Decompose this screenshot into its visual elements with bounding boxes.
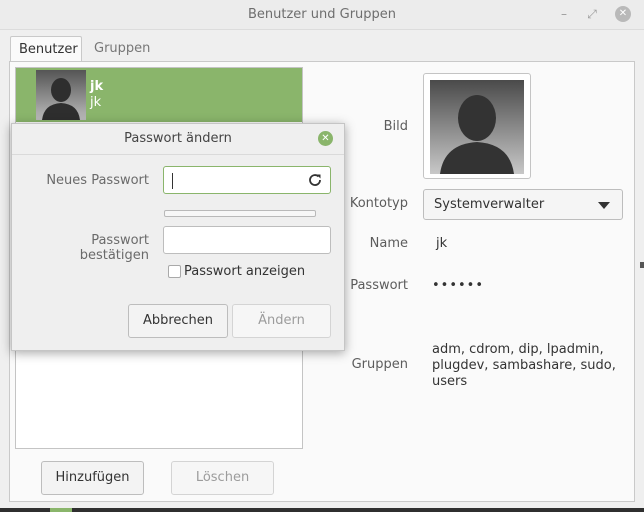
tab-groups[interactable]: Gruppen <box>86 36 162 62</box>
cancel-button[interactable]: Abbrechen <box>128 304 228 338</box>
user-avatar-icon <box>36 70 86 120</box>
minimize-icon[interactable]: – <box>556 6 572 22</box>
dialog-divider <box>12 154 344 155</box>
password-strength-meter <box>164 210 316 217</box>
confirm-password-label: Passwort bestätigen <box>79 233 149 263</box>
password-value[interactable]: •••••• <box>432 278 484 293</box>
users-groups-window: Benutzer und Gruppen – ⤢ ✕ Benutzer Grup… <box>0 0 644 512</box>
user-realname: jk <box>90 95 102 110</box>
window-edge-marker <box>640 262 644 268</box>
change-button[interactable]: Ändern <box>232 304 331 338</box>
user-list-item[interactable]: jk jk <box>16 68 302 122</box>
generate-password-icon[interactable] <box>306 171 324 189</box>
show-password-checkbox[interactable] <box>168 265 181 278</box>
tab-users[interactable]: Benutzer <box>10 36 82 62</box>
close-icon[interactable]: ✕ <box>615 6 631 22</box>
taskbar <box>0 508 644 512</box>
dialog-close-icon[interactable]: ✕ <box>318 131 333 146</box>
confirm-password-input[interactable] <box>163 226 331 254</box>
groups-label: Gruppen <box>351 357 408 372</box>
add-user-button[interactable]: Hinzufügen <box>41 461 144 495</box>
title-bar[interactable]: Benutzer und Gruppen – ⤢ ✕ <box>0 0 644 30</box>
account-type-value: Systemverwalter <box>434 197 545 212</box>
change-password-dialog: Passwort ändern ✕ Neues Passwort Passwor… <box>11 123 345 351</box>
text-cursor <box>172 173 173 189</box>
picture-label: Bild <box>383 119 408 134</box>
maximize-icon[interactable]: ⤢ <box>584 6 600 22</box>
dialog-title: Passwort ändern <box>124 131 232 146</box>
name-label: Name <box>369 236 408 251</box>
show-password-label[interactable]: Passwort anzeigen <box>184 264 305 279</box>
groups-value[interactable]: adm, cdrom, dip, lpadmin, plugdev, samba… <box>432 342 622 390</box>
dropdown-arrow-icon <box>598 202 610 209</box>
delete-user-button[interactable]: Löschen <box>171 461 274 495</box>
new-password-label: Neues Passwort <box>46 173 149 188</box>
profile-picture-icon <box>430 80 524 174</box>
window-title: Benutzer und Gruppen <box>247 7 397 22</box>
taskbar-active-indicator <box>50 508 72 512</box>
account-type-select[interactable]: Systemverwalter <box>423 189 623 220</box>
profile-picture-button[interactable] <box>423 73 531 179</box>
name-value[interactable]: jk <box>436 236 447 251</box>
new-password-input[interactable] <box>163 166 331 194</box>
user-username: jk <box>90 79 104 94</box>
